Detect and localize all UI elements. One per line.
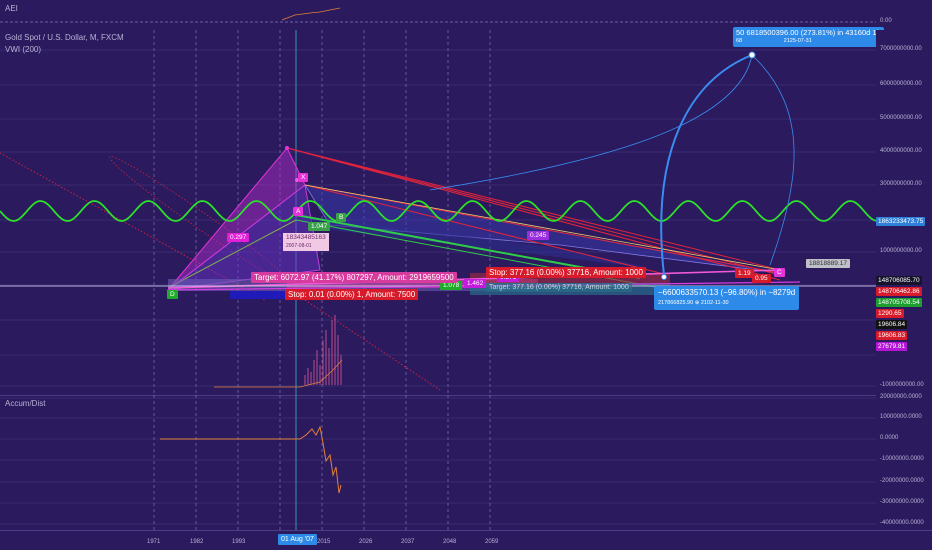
price-tag-4: 148705708.54 xyxy=(876,298,922,307)
time-cursor-label: 01 Aug '07 xyxy=(278,534,317,545)
bottom-axis-label-5: -20000000.0000 xyxy=(880,478,924,484)
projection-top-line2-right: 2125-07-31 xyxy=(783,38,812,44)
target-short-label: Target: 377.16 (0.00%) 37716, Amount: 10… xyxy=(486,283,632,292)
main-axis-label-2: 6000000000.00 xyxy=(880,81,922,87)
time-axis: 1971 1982 1993 2015 2026 2037 2048 2059 … xyxy=(0,530,932,550)
main-pane-axis: 7000000000.00 6000000000.00 5000000000.0… xyxy=(876,30,932,395)
stop-short-label: Stop: 377.16 (0.00%) 37716, Amount: 1000 xyxy=(486,267,646,278)
price-tag-5: 1290.65 xyxy=(876,309,904,318)
price-tag-8: 27679.81 xyxy=(876,342,908,351)
gray-callout: 18818889.17 xyxy=(806,259,850,268)
point-label-a: A xyxy=(293,207,304,216)
projection-top-line1: 50 6818500396.00 (273.81%) in 43160d 1h xyxy=(736,28,881,37)
top-pane-plot xyxy=(0,7,876,23)
bottom-pane-axis: 20000000.0000 10000000.0000 0.0000 -1000… xyxy=(876,394,932,530)
projection-label-top[interactable]: 50 6818500396.00 (273.81%) in 43160d 1h … xyxy=(733,27,884,47)
ratio-label-7: 1.19 xyxy=(735,269,754,278)
top-pane: AEI xyxy=(0,0,876,30)
bottom-axis-label-1: 20000000.0000 xyxy=(880,394,922,400)
time-label-2059: 2059 xyxy=(485,539,499,545)
projection-bottom-line1: −6600633570.13 (−96.80%) in −8279d xyxy=(658,288,796,297)
time-label-1982: 1982 xyxy=(190,539,204,545)
price-tag-7: 19606.83 xyxy=(876,331,908,340)
main-axis-label-4: 4000000000.00 xyxy=(880,148,922,154)
time-label-2026: 2026 xyxy=(359,539,373,545)
main-pane-plot xyxy=(0,30,876,395)
projection-bottom-line2: 217866825.90 ⊕ 2102-11-30 xyxy=(658,300,729,306)
point-label-b: B xyxy=(336,213,347,222)
projection-top-line2-left: 68 xyxy=(736,38,743,44)
main-axis-label-3: 5000000000.00 xyxy=(880,115,922,121)
stop-long-label: Stop: 0.01 (0.00%) 1, Amount: 7500 xyxy=(285,289,419,300)
top-axis-label: 0.00 xyxy=(880,18,892,24)
date-callout-value: 18343485163 xyxy=(286,234,326,241)
bottom-pane: Accum/Dist xyxy=(0,395,876,530)
bottom-axis-label-3: 0.0000 xyxy=(880,435,899,441)
date-callout-date: 2007-08-01 xyxy=(286,243,312,249)
ratio-label-3: 0.245 xyxy=(527,231,550,240)
target-long-label: Target: 6072.97 (41.17%) 807297, Amount:… xyxy=(251,272,457,283)
bottom-pane-plot xyxy=(0,395,876,530)
main-axis-label-6: 1000000000.00 xyxy=(880,248,922,254)
main-axis-label-5: 3000000000.00 xyxy=(880,181,922,187)
ratio-label-2: 1.047 xyxy=(308,222,331,231)
price-tag-6: 19606.84 xyxy=(876,320,908,329)
time-label-2037: 2037 xyxy=(401,539,415,545)
ratio-label-8: 0.95 xyxy=(752,274,771,283)
bottom-axis-label-6: -30000000.0000 xyxy=(880,499,924,505)
price-tag-2: 148706085.70 xyxy=(876,276,922,285)
price-tag-1: 1863233473.75 xyxy=(876,217,926,226)
bottom-axis-label-7: -40000000.0000 xyxy=(880,520,924,526)
indicator-legend: VWI (200) xyxy=(5,45,42,54)
main-pane: Gold Spot / U.S. Dollar, M, FXCM VWI (20… xyxy=(0,27,884,395)
bottom-axis-label-2: 10000000.0000 xyxy=(880,414,922,420)
point-label-c: C xyxy=(774,268,785,277)
time-label-2015: 2015 xyxy=(317,539,331,545)
price-tag-3: 148706462.86 xyxy=(876,287,922,296)
chart-window: { "top_pane": { "legend": "AEI" }, "main… xyxy=(0,0,932,550)
time-label-1971: 1971 xyxy=(147,539,161,545)
main-axis-label-1: 7000000000.00 xyxy=(880,46,922,52)
date-callout: 18343485163 2007-08-01 xyxy=(283,233,329,251)
top-pane-axis: 0.00 xyxy=(876,0,932,30)
ratio-label-1: 0.297 xyxy=(227,233,250,242)
ratio-label-5: 1.462 xyxy=(464,279,487,288)
symbol-legend: Gold Spot / U.S. Dollar, M, FXCM xyxy=(5,33,124,42)
point-label-d: D xyxy=(167,290,178,299)
bottom-axis-label-4: -10000000.0000 xyxy=(880,456,924,462)
time-label-2048: 2048 xyxy=(443,539,457,545)
time-label-1993: 1993 xyxy=(232,539,246,545)
point-label-x: X xyxy=(298,173,309,182)
accum-dist-legend: Accum/Dist xyxy=(5,399,46,408)
projection-label-bottom[interactable]: −6600633570.13 (−96.80%) in −8279d 21786… xyxy=(654,286,800,310)
main-axis-label-7: -1000000000.00 xyxy=(880,382,924,388)
